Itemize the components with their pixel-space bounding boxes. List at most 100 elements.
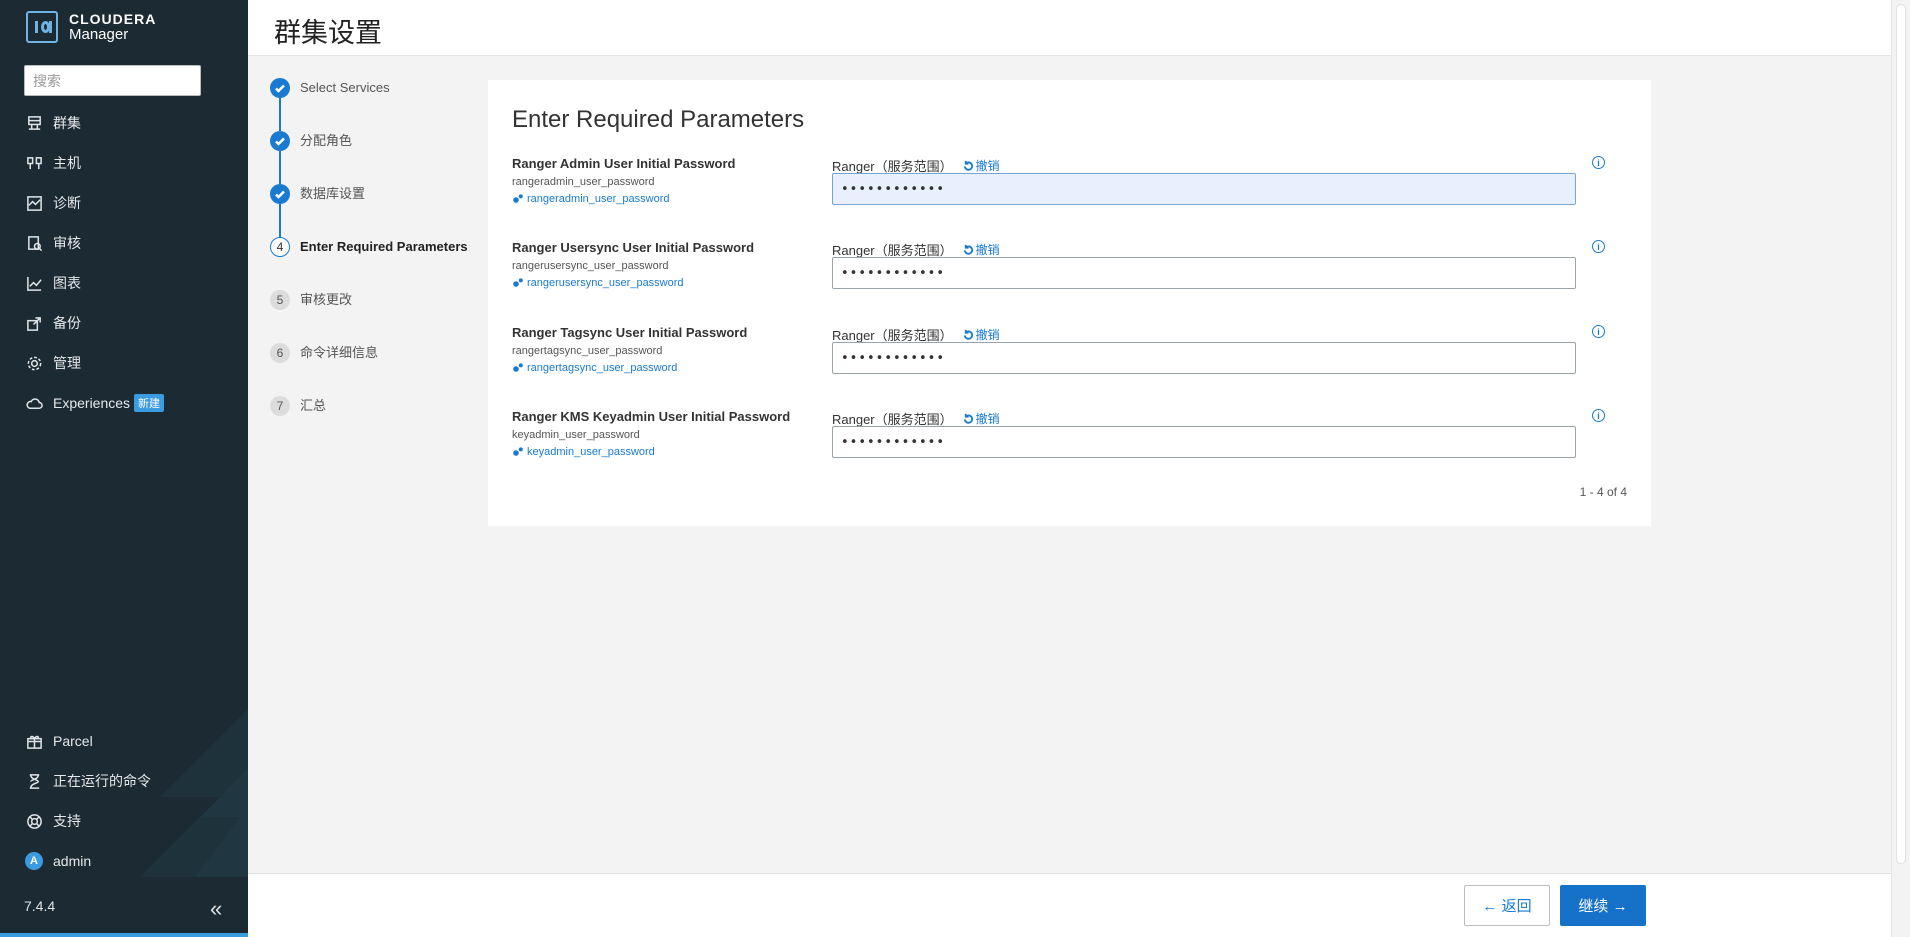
new-badge: 新建 <box>134 394 165 412</box>
sidebar-item-label: 备份 <box>53 315 81 331</box>
wizard-step[interactable]: Select Services <box>270 78 470 131</box>
step-number: 5 <box>270 290 290 310</box>
sidebar-item-backup[interactable]: 备份 <box>0 303 248 343</box>
step-label: 分配角色 <box>300 133 353 148</box>
undo-label: 撤销 <box>975 328 1000 342</box>
info-icon[interactable]: i <box>1592 325 1605 338</box>
collapse-sidebar-icon[interactable]: « <box>210 896 222 922</box>
check-icon <box>270 131 290 151</box>
param-link-label: rangertagsync_user_password <box>527 362 678 374</box>
param-key: rangerusersync_user_password <box>512 260 669 272</box>
hourglass-icon <box>25 772 43 790</box>
param-link[interactable]: rangerusersync_user_password <box>512 277 684 289</box>
wizard-step: 5 审核更改 <box>270 290 470 343</box>
undo-link[interactable]: 撤销 <box>963 326 1000 343</box>
undo-link[interactable]: 撤销 <box>963 241 1000 258</box>
gear-icon <box>25 354 43 372</box>
step-label: 汇总 <box>300 398 327 413</box>
password-field[interactable] <box>832 426 1576 458</box>
param-name: Ranger KMS Keyadmin User Initial Passwor… <box>512 409 791 424</box>
wizard-step-active: 4 Enter Required Parameters <box>270 237 470 290</box>
gears-icon <box>513 447 523 456</box>
info-icon[interactable]: i <box>1592 240 1605 253</box>
param-row: Ranger KMS Keyadmin User Initial Passwor… <box>512 409 1627 493</box>
sidebar-item-hosts[interactable]: 主机 <box>0 143 248 183</box>
undo-icon <box>963 329 973 340</box>
param-name: Ranger Usersync User Initial Password <box>512 240 755 255</box>
hosts-icon <box>25 154 43 172</box>
logo-brand: CLOUDERA <box>69 11 157 27</box>
password-field[interactable] <box>832 342 1576 374</box>
undo-label: 撤销 <box>975 159 1000 173</box>
param-link[interactable]: rangeradmin_user_password <box>512 193 669 205</box>
wizard-step: 6 命令详细信息 <box>270 343 470 396</box>
wizard-step[interactable]: 分配角色 <box>270 131 470 184</box>
param-row: Ranger Tagsync User Initial Password ran… <box>512 325 1627 409</box>
sidebar-item-label: 图表 <box>53 275 81 291</box>
param-link[interactable]: keyadmin_user_password <box>512 446 655 458</box>
sidebar-item-parcel[interactable]: Parcel <box>0 721 248 761</box>
sidebar-item-support[interactable]: 支持 <box>0 801 248 841</box>
step-label: 审核更改 <box>300 292 353 307</box>
charts-icon <box>25 274 43 292</box>
sidebar-bottom-nav: Parcel 正在运行的命令 支持 A admin <box>0 721 248 881</box>
password-field[interactable] <box>832 173 1576 205</box>
cloud-icon <box>25 394 43 412</box>
param-row: Ranger Admin User Initial Password range… <box>512 156 1627 240</box>
sidebar-item-clusters[interactable]: 群集 <box>0 103 248 143</box>
sidebar-item-label: 正在运行的命令 <box>53 773 151 789</box>
param-key: keyadmin_user_password <box>512 429 640 441</box>
sidebar-item-charts[interactable]: 图表 <box>0 263 248 303</box>
logo-product: Manager <box>69 26 129 43</box>
param-link[interactable]: rangertagsync_user_password <box>512 362 677 374</box>
undo-label: 撤销 <box>975 243 1000 257</box>
main-content: 群集设置 Select Services 分配角色 数据库设置 4 Enter … <box>248 0 1891 937</box>
back-button[interactable]: ← 返回 <box>1464 885 1550 926</box>
sidebar-item-audit[interactable]: 审核 <box>0 223 248 263</box>
sidebar-item-label: Experiences <box>53 395 131 411</box>
param-key: rangeradmin_user_password <box>512 176 655 188</box>
info-icon[interactable]: i <box>1592 156 1605 169</box>
step-number: 7 <box>270 396 290 416</box>
page-title: 群集设置 <box>274 18 382 48</box>
continue-button[interactable]: 继续 → <box>1560 885 1646 926</box>
logo[interactable]: CLOUDERA Manager <box>26 11 156 43</box>
search-input[interactable] <box>24 65 201 96</box>
sidebar-item-label: admin <box>53 853 92 869</box>
sidebar-item-user[interactable]: A admin <box>0 841 248 881</box>
sidebar-item-diagnostics[interactable]: 诊断 <box>0 183 248 223</box>
sidebar-item-label: 主机 <box>53 155 81 171</box>
gift-icon <box>25 732 43 750</box>
scrollbar[interactable] <box>1891 0 1910 937</box>
sidebar-nav: 群集 主机 诊断 审核 图表 备份 管理 Experiences 新建 <box>0 103 248 423</box>
lifebuoy-icon <box>25 812 43 830</box>
wizard-footer: ← 返回 继续 → <box>248 873 1891 937</box>
audit-icon <box>25 234 43 252</box>
step-connector <box>279 98 281 131</box>
param-name: Ranger Tagsync User Initial Password <box>512 325 748 340</box>
undo-link[interactable]: 撤销 <box>963 157 1000 174</box>
sidebar-item-label: 管理 <box>53 355 81 371</box>
info-icon[interactable]: i <box>1592 409 1605 422</box>
sidebar-item-label: 诊断 <box>53 195 81 211</box>
scrollbar-thumb[interactable] <box>1896 4 1906 864</box>
step-number: 4 <box>270 237 290 257</box>
step-label: 命令详细信息 <box>300 345 379 360</box>
sidebar-item-running-commands[interactable]: 正在运行的命令 <box>0 761 248 801</box>
password-field[interactable] <box>832 257 1576 289</box>
sidebar-item-admin[interactable]: 管理 <box>0 343 248 383</box>
wizard-step[interactable]: 数据库设置 <box>270 184 470 237</box>
undo-link[interactable]: 撤销 <box>963 410 1000 427</box>
sidebar-item-label: 审核 <box>53 235 81 251</box>
param-link-label: rangeradmin_user_password <box>527 193 670 205</box>
step-label: Enter Required Parameters <box>300 239 468 254</box>
sidebar: CLOUDERA Manager 群集 主机 诊断 审核 图表 备份 <box>0 0 248 937</box>
sidebar-item-label: Parcel <box>53 733 93 749</box>
sidebar-accent-line <box>0 933 248 937</box>
cluster-icon <box>25 114 43 132</box>
card-title: Enter Required Parameters <box>512 106 805 133</box>
avatar: A <box>25 852 43 870</box>
sidebar-item-experiences[interactable]: Experiences 新建 <box>0 383 248 423</box>
wizard-step: 7 汇总 <box>270 396 470 449</box>
param-link-label: rangerusersync_user_password <box>527 277 684 289</box>
